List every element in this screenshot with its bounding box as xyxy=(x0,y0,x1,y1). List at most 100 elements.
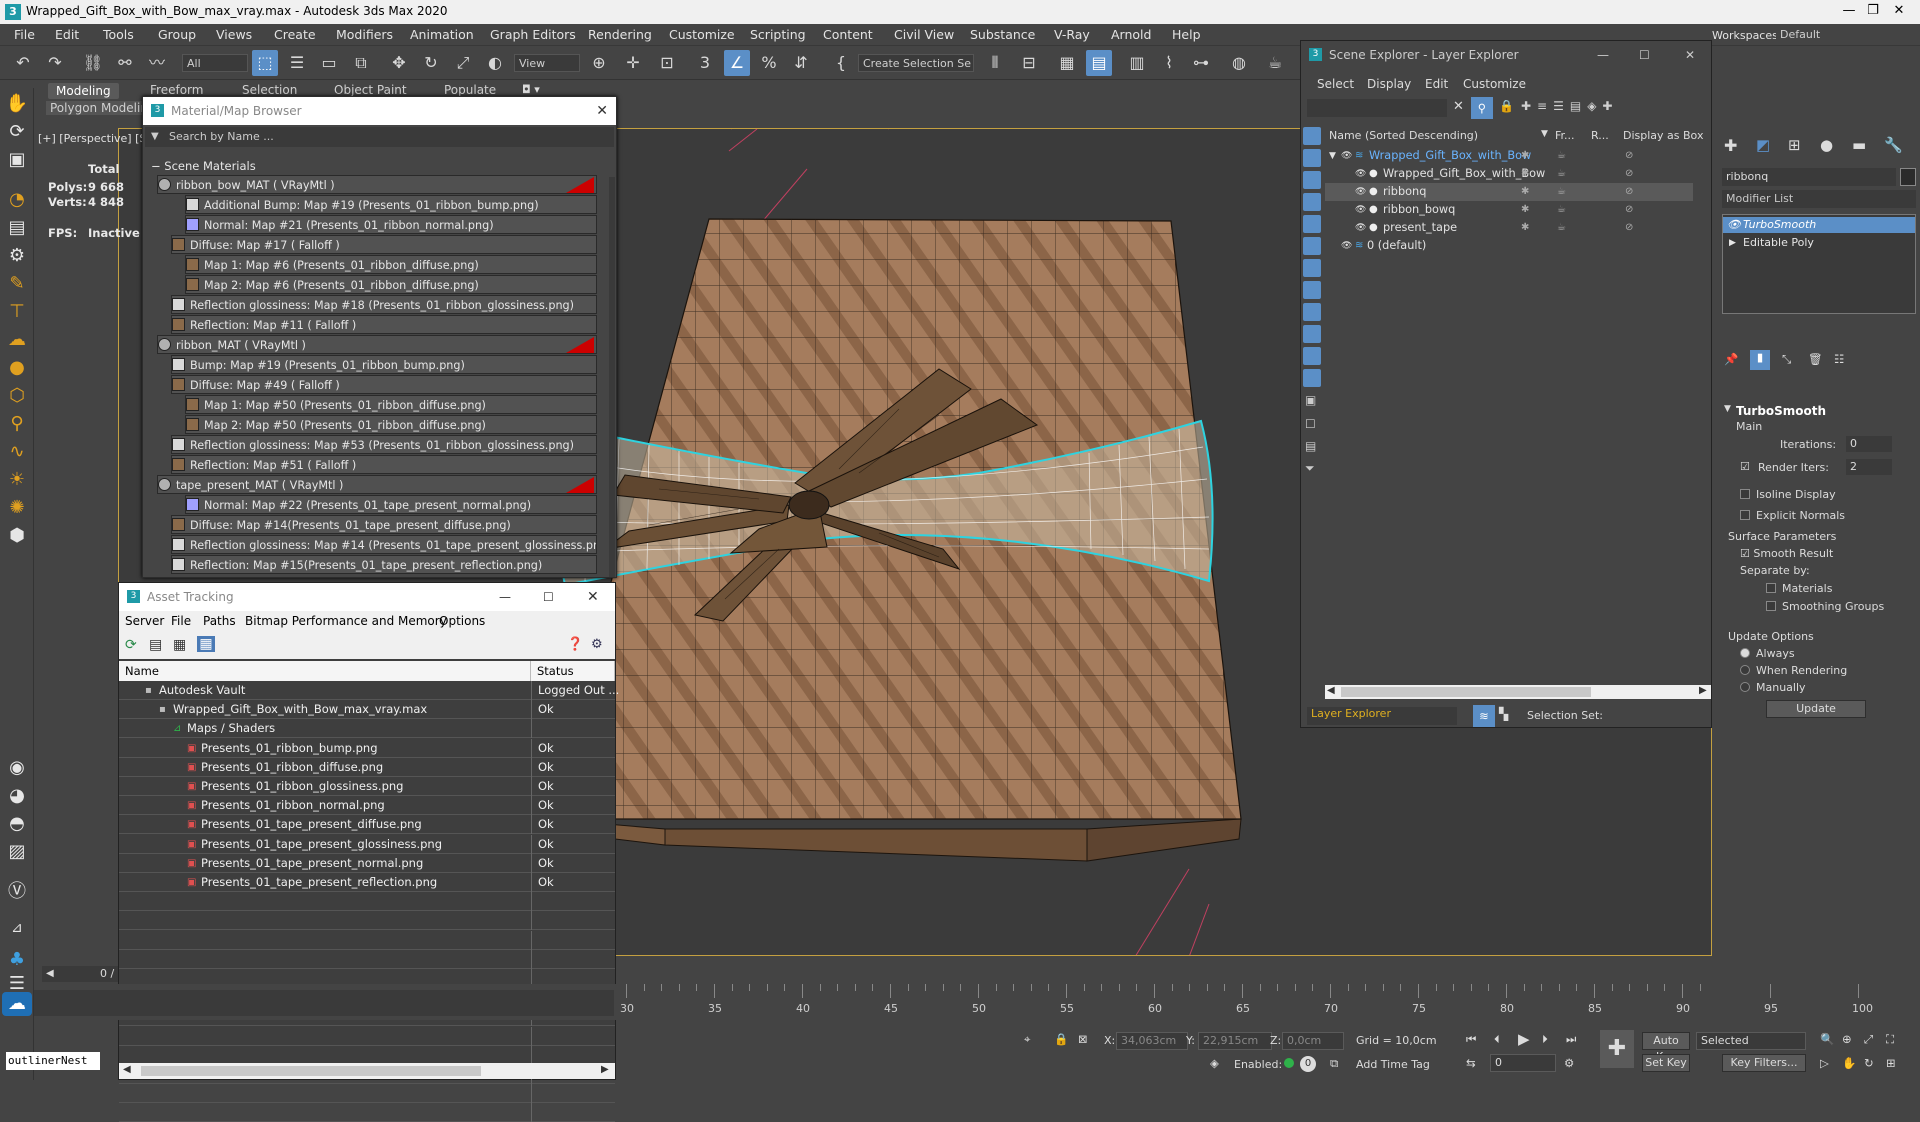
display-invert-icon[interactable]: ▤ xyxy=(1305,439,1316,453)
map-row[interactable]: Reflection glossiness: Map #18 (Presents… xyxy=(171,295,597,314)
unlink-icon[interactable]: ⚯ xyxy=(112,50,138,76)
freeze-icon[interactable]: ✱ xyxy=(1521,147,1529,165)
light-icon[interactable]: ⚲ xyxy=(5,412,29,436)
column-name[interactable]: Name (Sorted Descending) xyxy=(1329,129,1478,142)
scroll-thumb[interactable] xyxy=(141,1066,481,1076)
table-view-icon[interactable]: ▦ xyxy=(173,637,186,653)
refresh-icon[interactable]: ⟳ xyxy=(125,637,137,653)
tab-populate[interactable]: Populate xyxy=(444,83,496,97)
display-frozen-icon[interactable] xyxy=(1303,347,1321,365)
display-cameras-icon[interactable] xyxy=(1303,193,1321,211)
undo-icon[interactable]: ↶ xyxy=(10,50,36,76)
enabled-indicator[interactable] xyxy=(1284,1058,1294,1068)
edit-named-selection-icon[interactable]: { xyxy=(828,50,854,76)
bind-space-warp-icon[interactable]: 〰 xyxy=(144,50,170,76)
scroll-right-icon[interactable]: ▶ xyxy=(1699,685,1707,696)
sphere-gray-icon[interactable]: ◉ xyxy=(5,756,29,780)
column-frozen[interactable]: Fr... xyxy=(1555,129,1575,142)
menu-edit[interactable]: Edit xyxy=(55,27,79,42)
iterations-spinner[interactable]: 0 xyxy=(1846,436,1892,452)
menu-file[interactable]: File xyxy=(171,614,191,628)
modifier-list-dropdown[interactable]: Modifier List xyxy=(1722,190,1916,208)
eye-icon[interactable]: 👁 xyxy=(1355,201,1366,219)
ribbon-options-icon[interactable]: ◘ ▾ xyxy=(522,83,540,96)
mirror-icon[interactable]: ⫴ xyxy=(982,50,1008,76)
remove-modifier-icon[interactable]: 🗑 xyxy=(1808,352,1823,366)
display-tab-icon[interactable]: ▬ xyxy=(1852,136,1866,154)
time-tag-icon[interactable]: ⧉ xyxy=(1330,1056,1338,1071)
modify-tab-icon[interactable]: ◩ xyxy=(1756,136,1770,154)
bulb-icon[interactable]: ◔ xyxy=(5,188,29,212)
play-icon[interactable]: ▶ xyxy=(1518,1030,1530,1048)
map-row[interactable]: Map 2: Map #50 (Presents_01_ribbon_diffu… xyxy=(185,415,597,434)
layer-stack-icon[interactable]: ≋ xyxy=(1473,705,1495,727)
display-helpers-icon[interactable] xyxy=(1303,215,1321,233)
column-status[interactable]: Status xyxy=(531,661,615,681)
box-icon[interactable]: ⊘ xyxy=(1625,219,1633,237)
next-frame-icon[interactable]: ⏵ xyxy=(1542,1032,1548,1047)
maximize-viewport-icon[interactable]: ⊞ xyxy=(1886,1056,1896,1070)
pan-icon[interactable]: ✋ xyxy=(1842,1056,1856,1070)
motion-tab-icon[interactable]: ● xyxy=(1820,136,1833,154)
display-containers-icon[interactable] xyxy=(1303,325,1321,343)
tab-modeling[interactable]: Modeling xyxy=(48,83,119,99)
percent-snap-icon[interactable]: % xyxy=(756,50,782,76)
zoom-extents-icon[interactable]: ⤢ xyxy=(1864,1032,1873,1047)
hierarchy-icon[interactable]: ▚ xyxy=(1499,707,1508,721)
pin-stack-icon[interactable]: 📌 xyxy=(1724,352,1738,366)
menu-file[interactable]: File xyxy=(14,27,35,42)
rollout-toggle-icon[interactable]: ▼ xyxy=(1724,404,1731,414)
menu-arnold[interactable]: Arnold xyxy=(1111,27,1151,42)
object-name-field[interactable]: ribbonq xyxy=(1722,168,1896,186)
cloud-icon[interactable]: ☁ xyxy=(5,328,29,352)
hierarchy-tab-icon[interactable]: ⊞ xyxy=(1788,136,1801,154)
keyboard-shortcut-icon[interactable]: ⊡ xyxy=(654,50,680,76)
tab-object-paint[interactable]: Object Paint xyxy=(334,83,407,97)
camera-icon[interactable]: ▣ xyxy=(5,148,29,172)
sun-icon[interactable]: ☀ xyxy=(5,468,29,492)
map-row[interactable]: Additional Bump: Map #19 (Presents_01_ri… xyxy=(185,195,597,214)
filter-icon[interactable]: ⚲ xyxy=(1471,97,1493,119)
material-row[interactable]: tape_present_MAT ( VRayMtl ) xyxy=(157,475,597,494)
map-row[interactable]: Diffuse: Map #17 ( Falloff ) xyxy=(171,235,597,254)
explorer-type-dropdown[interactable]: Layer Explorer xyxy=(1307,707,1457,725)
map-row[interactable]: Reflection glossiness: Map #14 (Presents… xyxy=(171,535,597,554)
y-coordinate-field[interactable]: 22,915cm xyxy=(1198,1032,1272,1050)
map-row[interactable]: Reflection: Map #51 ( Falloff ) xyxy=(171,455,597,474)
grid-view-icon[interactable]: ▦ xyxy=(197,636,215,652)
reference-coordinate-dropdown[interactable]: View xyxy=(514,54,580,72)
eye-icon[interactable]: 👁 xyxy=(1341,237,1352,255)
angle-snap-icon[interactable]: ∠ xyxy=(724,50,750,76)
always-radio[interactable]: Always xyxy=(1740,647,1795,660)
scene-tree-row[interactable]: 👁 ● present_tape ✱ ☕ ⊘ xyxy=(1325,219,1693,237)
place-icon[interactable]: ◐ xyxy=(482,50,508,76)
display-xrefs-icon[interactable] xyxy=(1303,281,1321,299)
link-icon[interactable]: ⛓ xyxy=(80,50,106,76)
tab-freeform[interactable]: Freeform xyxy=(150,83,203,97)
rotate-view-icon[interactable]: ⟳ xyxy=(5,120,29,144)
scroll-left-icon[interactable]: ◀ xyxy=(1327,685,1335,696)
collapse-icon[interactable]: ▼ xyxy=(1329,147,1336,165)
eye-icon[interactable]: 👁 xyxy=(1355,219,1366,237)
map-row[interactable]: Reflection: Map #15(Presents_01_tape_pre… xyxy=(171,555,597,574)
select-rotate-icon[interactable]: ↻ xyxy=(418,50,444,76)
map-row[interactable]: Diffuse: Map #14(Presents_01_tape_presen… xyxy=(171,515,597,534)
rope-icon[interactable]: ∿ xyxy=(5,440,29,464)
adaptive-degradation-icon[interactable]: ◈ xyxy=(1210,1056,1219,1070)
scene-tree-row[interactable]: 👁 ≋ 0 (default) xyxy=(1325,237,1693,255)
render-iters-checkbox[interactable]: ☑ xyxy=(1740,460,1750,473)
eye-icon[interactable]: 👁 xyxy=(1727,217,1741,233)
current-frame-field[interactable]: 0 xyxy=(1490,1054,1556,1072)
render-icon[interactable]: ◕ xyxy=(5,784,29,808)
robot-icon[interactable]: ⚙ xyxy=(5,244,29,268)
select-manipulate-icon[interactable]: ✛ xyxy=(620,50,646,76)
named-selection-sets-dropdown[interactable]: Create Selection Se xyxy=(858,54,974,72)
minimize-icon[interactable]: — xyxy=(499,583,511,611)
freeze-icon[interactable]: ✱ xyxy=(1521,183,1529,201)
sphere-icon[interactable]: ● xyxy=(5,356,29,380)
expand-icon[interactable]: ▶ xyxy=(1729,235,1736,251)
display-all-icon[interactable]: ▣ xyxy=(1305,393,1316,407)
maximize-icon[interactable]: ☐ xyxy=(1639,41,1650,69)
close-icon[interactable]: ✕ xyxy=(1685,41,1695,69)
a360-cloud-icon[interactable]: ☁ xyxy=(2,992,32,1016)
